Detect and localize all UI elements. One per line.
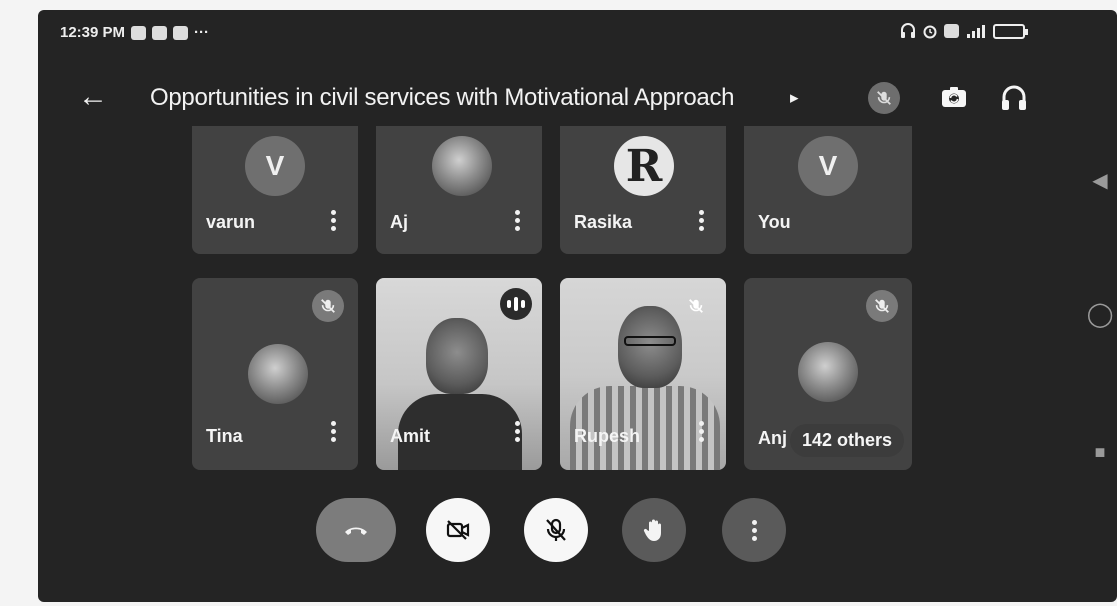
nav-home-icon[interactable]: ◯	[1086, 300, 1114, 328]
more-vert-icon[interactable]	[510, 210, 524, 231]
avatar	[432, 136, 492, 196]
camera-toggle-button[interactable]	[426, 498, 490, 562]
status-bar-left: 12:39 PM ···	[60, 24, 209, 41]
participant-name: Rupesh	[574, 426, 641, 446]
wifi-status-icon	[131, 25, 147, 40]
clock: 12:39 PM	[60, 24, 126, 41]
speaking-indicator-icon	[500, 288, 532, 320]
audio-output-button[interactable]	[994, 78, 1034, 118]
headset-status-icon	[901, 23, 915, 38]
battery-icon	[993, 23, 1028, 39]
headphones-icon	[1002, 85, 1026, 110]
data-saver-icon	[944, 24, 959, 38]
more-vert-icon[interactable]	[694, 421, 708, 442]
participant-video-tile[interactable]: Amit	[376, 278, 542, 470]
more-notifications-icon: ···	[194, 24, 210, 41]
hand-icon	[643, 519, 661, 541]
participant-name: varun	[206, 212, 256, 232]
switch-camera-icon	[942, 87, 966, 107]
more-vert-icon[interactable]	[694, 210, 708, 231]
participant-tile[interactable]: Tina	[192, 278, 358, 470]
participant-name: You	[758, 212, 791, 232]
participant-name: Amit	[390, 426, 430, 446]
mic-off-icon	[680, 290, 712, 322]
notification-icon	[152, 25, 168, 40]
call-end-icon	[345, 527, 367, 535]
mic-off-icon	[866, 290, 898, 322]
notification-icon	[173, 25, 189, 40]
participant-tile[interactable]: R Rasika	[560, 126, 726, 254]
alarm-icon	[923, 25, 937, 39]
avatar: V	[245, 136, 305, 196]
mic-off-icon	[546, 518, 566, 541]
participant-name: Tina	[206, 426, 243, 446]
participant-name: Aj	[390, 212, 408, 232]
participant-video-tile[interactable]: Rupesh	[560, 278, 726, 470]
participant-tile-self[interactable]: V You	[744, 126, 912, 254]
switch-camera-button[interactable]	[934, 78, 974, 118]
avatar	[798, 342, 858, 402]
avatar: R	[614, 136, 674, 196]
signal-icon	[967, 25, 985, 38]
raise-hand-button[interactable]	[622, 498, 686, 562]
nav-back-icon[interactable]: ◀	[1086, 166, 1114, 194]
others-tile[interactable]: Anj 142 others	[744, 278, 912, 470]
more-vert-icon[interactable]	[326, 210, 340, 231]
more-vert-icon	[747, 519, 761, 541]
glasses	[624, 336, 676, 346]
avatar: V	[798, 136, 858, 196]
chevron-right-icon[interactable]: ▸	[790, 88, 799, 108]
status-bar-right	[900, 23, 1028, 39]
nav-recents-icon[interactable]: ■	[1086, 438, 1114, 466]
others-count-badge[interactable]: 142 others	[790, 424, 905, 457]
meeting-screen: 12:39 PM ··· ← Opportunities in civil se…	[38, 10, 1117, 602]
back-button[interactable]: ←	[76, 80, 110, 114]
person-head	[426, 318, 488, 394]
mic-off-icon	[312, 290, 344, 322]
avatar	[248, 344, 308, 404]
more-options-button[interactable]	[722, 498, 786, 562]
person-head	[618, 306, 682, 388]
microphone-toggle-button[interactable]	[524, 498, 588, 562]
more-vert-icon[interactable]	[510, 421, 524, 442]
participant-name: Rasika	[574, 212, 633, 232]
mic-off-icon	[868, 82, 900, 114]
participant-tile[interactable]: Aj	[376, 126, 542, 254]
videocam-off-icon	[446, 520, 470, 540]
hang-up-button[interactable]	[316, 498, 396, 562]
meeting-title[interactable]: Opportunities in civil services with Mot…	[150, 84, 735, 112]
participant-name: Anj	[758, 428, 787, 448]
more-vert-icon[interactable]	[326, 421, 340, 442]
participant-tile[interactable]: V varun	[192, 126, 358, 254]
